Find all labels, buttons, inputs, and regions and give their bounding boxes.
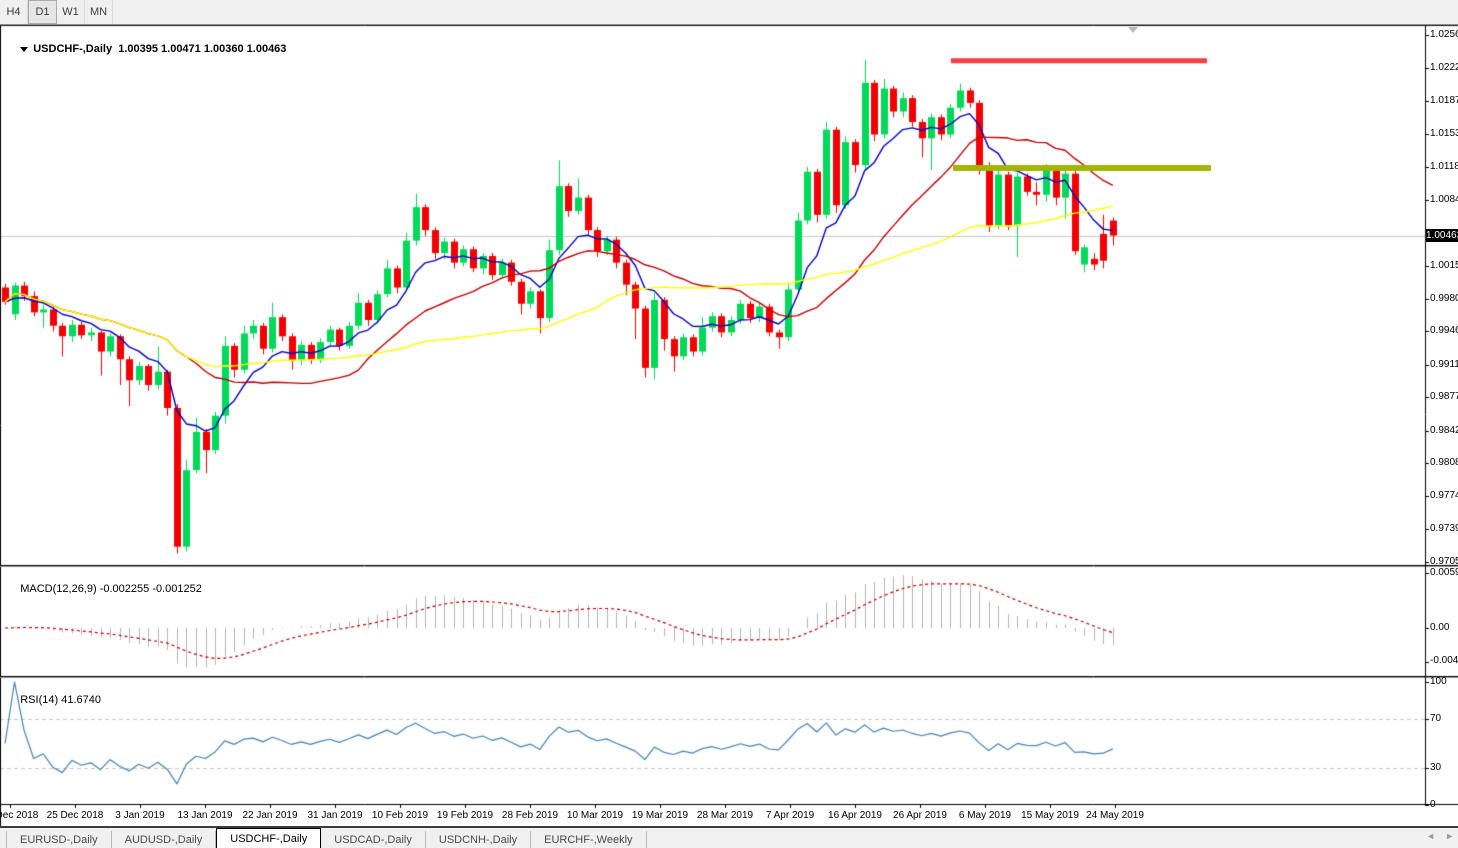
rsi-pane-label: RSI(14) 41.6740 xyxy=(8,682,101,718)
price-axis-label: 0.98420 xyxy=(1430,425,1458,436)
chart-symbol-label: USDCHF-,Daily xyxy=(33,43,113,55)
date-axis-label: 3 Jan 2019 xyxy=(115,810,165,821)
tab-scroll-right-icon[interactable]: ► xyxy=(1445,831,1454,841)
macd-axis-label: 0.00 xyxy=(1430,622,1450,633)
date-axis-label: 7 Apr 2019 xyxy=(765,810,815,821)
rsi-indicator-value: 41.6740 xyxy=(61,694,101,706)
current-price-badge: 1.00463 xyxy=(1426,229,1458,242)
trading-app-window: H4 D1 W1 MN USDCHF-,Daily 1.00395 1.00471 1… xyxy=(0,0,1458,848)
date-axis-label: 10 Mar 2019 xyxy=(566,810,624,821)
date-axis-label: 31 Jan 2019 xyxy=(307,810,363,821)
date-axis-label: 24 May 2019 xyxy=(1086,810,1144,821)
price-axis-label: 1.02560 xyxy=(1430,29,1458,40)
chart-canvas[interactable] xyxy=(0,0,1458,848)
chevron-down-icon[interactable] xyxy=(20,47,29,52)
price-axis-label: 1.01870 xyxy=(1430,95,1458,106)
date-axis-label: 19 Mar 2019 xyxy=(631,810,689,821)
price-axis-label: 0.97390 xyxy=(1430,523,1458,534)
date-axis-label: 16 Dec 2018 xyxy=(0,810,39,821)
tab-scrollers: ◄ ► xyxy=(1426,831,1454,841)
rsi-axis-label: 0 xyxy=(1430,799,1436,810)
price-axis-label: 0.99800 xyxy=(1430,293,1458,304)
chart-ohlc-values: 1.00395 1.00471 1.00360 1.00463 xyxy=(118,43,287,55)
tab-scroll-left-icon[interactable]: ◄ xyxy=(1426,831,1435,841)
timeframe-button-mn[interactable]: MN xyxy=(85,0,113,24)
chart-tab-eurchfweekly[interactable]: EURCHF-,Weekly xyxy=(531,831,647,848)
chart-shift-marker-icon[interactable] xyxy=(1128,27,1138,33)
price-axis-label: 1.02220 xyxy=(1430,62,1458,73)
price-axis-label: 1.00840 xyxy=(1430,194,1458,205)
macd-indicator-values: -0.002255 -0.001252 xyxy=(99,583,202,595)
date-axis-label: 16 Apr 2019 xyxy=(828,810,882,821)
date-axis-label: 28 Mar 2019 xyxy=(696,810,754,821)
macd-axis-label: -0.00424 xyxy=(1430,655,1458,666)
price-axis-label: 0.97740 xyxy=(1430,490,1458,501)
date-axis-label: 13 Jan 2019 xyxy=(177,810,233,821)
price-axis-label: 0.98770 xyxy=(1430,391,1458,402)
timeframe-button-h4[interactable]: H4 xyxy=(0,0,28,24)
chart-title: USDCHF-,Daily 1.00395 1.00471 1.00360 1.… xyxy=(8,31,286,67)
price-axis-label: 0.99460 xyxy=(1430,325,1458,336)
timeframe-toolbar: H4 D1 W1 MN xyxy=(0,0,1458,25)
macd-axis-label: 0.00597 xyxy=(1430,567,1458,578)
chart-tab-usdcaddaily[interactable]: USDCAD-,Daily xyxy=(321,831,426,848)
macd-indicator-name: MACD(12,26,9) xyxy=(20,583,97,595)
chart-tab-audusddaily[interactable]: AUDUSD-,Daily xyxy=(112,831,217,848)
price-axis-label: 0.99110 xyxy=(1430,359,1458,370)
rsi-axis-label: 30 xyxy=(1430,762,1442,773)
timeframe-button-d1[interactable]: D1 xyxy=(28,0,57,24)
date-axis-label: 15 May 2019 xyxy=(1021,810,1079,821)
macd-pane-label: MACD(12,26,9) -0.002255 -0.001252 xyxy=(8,571,202,607)
chart-tab-eurusddaily[interactable]: EURUSD-,Daily xyxy=(6,831,112,848)
date-axis-label: 26 Apr 2019 xyxy=(893,810,947,821)
chart-tabs-bar: EURUSD-,Daily AUDUSD-,Daily USDCHF-,Daily U… xyxy=(0,826,1458,848)
date-axis-label: 25 Dec 2018 xyxy=(46,810,104,821)
chart-tab-usdcnhdaily[interactable]: USDCNH-,Daily xyxy=(426,831,532,848)
date-axis-label: 19 Feb 2019 xyxy=(436,810,494,821)
date-axis-label: 10 Feb 2019 xyxy=(371,810,429,821)
rsi-indicator-name: RSI(14) xyxy=(20,694,59,706)
rsi-axis-label: 70 xyxy=(1430,713,1442,724)
price-axis-label: 1.01180 xyxy=(1430,161,1458,172)
date-axis-label: 28 Feb 2019 xyxy=(501,810,559,821)
price-axis-label: 1.01530 xyxy=(1430,128,1458,139)
price-axis-label: 1.00150 xyxy=(1430,260,1458,271)
date-axis-label: 22 Jan 2019 xyxy=(242,810,298,821)
chart-tab-usdchfdaily[interactable]: USDCHF-,Daily xyxy=(216,828,322,848)
price-axis-label: 0.97050 xyxy=(1430,556,1458,567)
price-axis-label: 0.98080 xyxy=(1430,457,1458,468)
timeframe-button-w1[interactable]: W1 xyxy=(57,0,85,24)
rsi-axis-label: 100 xyxy=(1430,676,1447,687)
date-axis-label: 6 May 2019 xyxy=(958,810,1012,821)
